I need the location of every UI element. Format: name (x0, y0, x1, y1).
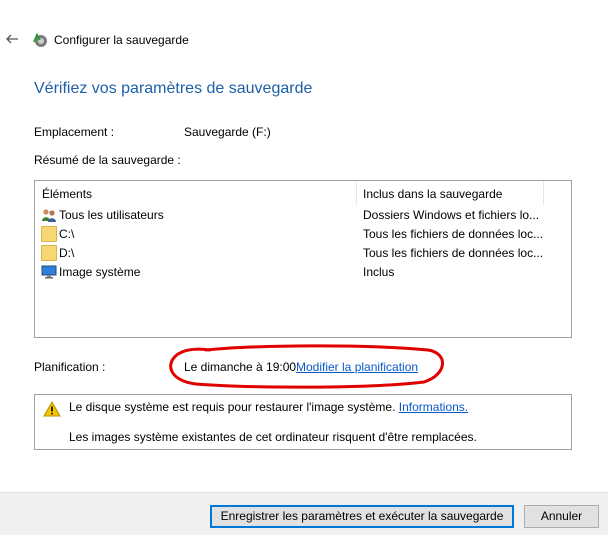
item-name: Tous les utilisateurs (59, 208, 164, 222)
column-divider[interactable] (356, 181, 357, 205)
monitor-icon (41, 265, 57, 279)
item-name: C:\ (59, 227, 75, 241)
item-included: Tous les fichiers de données loc... (363, 227, 543, 241)
annotation-ellipse (169, 344, 444, 389)
schedule-label: Planification : (34, 360, 106, 374)
warning-text-line1: Le disque système est requis pour restau… (69, 400, 396, 414)
backup-app-icon (33, 32, 47, 47)
location-label: Emplacement : (34, 125, 115, 139)
item-name: Image système (59, 265, 141, 279)
column-divider[interactable] (543, 181, 544, 205)
summary-label: Résumé de la sauvegarde : (34, 153, 181, 167)
users-icon (42, 209, 56, 222)
location-value: Sauvegarde (F:) (184, 125, 271, 139)
item-included: Dossiers Windows et fichiers lo... (363, 208, 540, 222)
backup-summary-list[interactable]: Éléments Inclus dans la sauvegarde Tous … (34, 180, 572, 338)
page-heading: Vérifiez vos paramètres de sauvegarde (34, 80, 313, 97)
list-item[interactable]: C:\ Tous les fichiers de données loc... (35, 225, 571, 244)
column-header-included[interactable]: Inclus dans la sauvegarde (363, 187, 502, 201)
warning-icon (43, 401, 61, 417)
item-name: D:\ (59, 246, 75, 260)
list-item[interactable]: Image système Inclus (35, 263, 571, 282)
warning-text-line2: Les images système existantes de cet ord… (69, 430, 477, 444)
cancel-button[interactable]: Annuler (524, 505, 599, 528)
save-and-run-button[interactable]: Enregistrer les paramètres et exécuter l… (210, 505, 514, 528)
information-link[interactable]: Informations. (399, 400, 468, 414)
window-title: Configurer la sauvegarde (54, 33, 189, 47)
warning-box: Le disque système est requis pour restau… (34, 394, 572, 450)
list-item[interactable]: D:\ Tous les fichiers de données loc... (35, 244, 571, 263)
folder-icon (41, 226, 57, 242)
back-arrow-icon[interactable] (4, 31, 20, 47)
folder-icon (41, 245, 57, 261)
list-item[interactable]: Tous les utilisateurs Dossiers Windows e… (35, 206, 571, 225)
item-included: Tous les fichiers de données loc... (363, 246, 543, 260)
item-included: Inclus (363, 265, 395, 279)
column-header-items[interactable]: Éléments (42, 187, 92, 201)
dialog-footer: Enregistrer les paramètres et exécuter l… (0, 492, 608, 535)
